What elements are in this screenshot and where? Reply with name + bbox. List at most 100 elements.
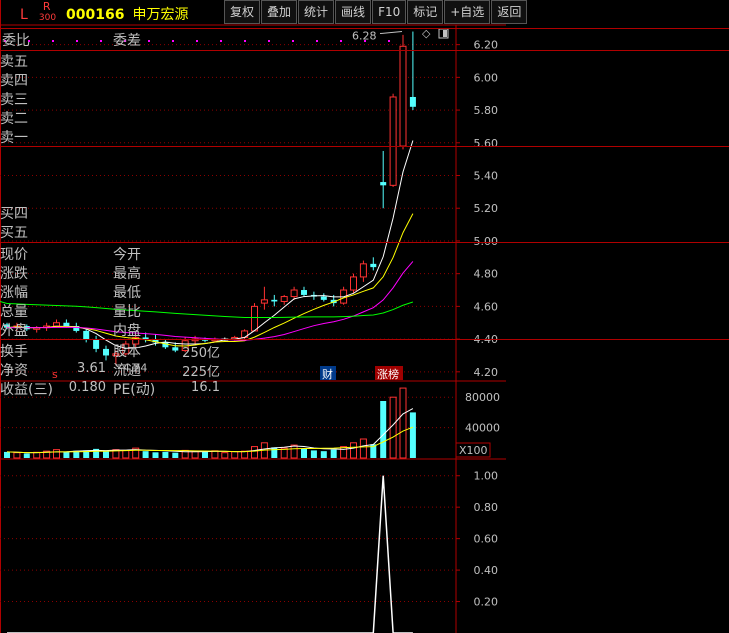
fin-label: 收益(三) bbox=[0, 382, 53, 398]
divider bbox=[0, 146, 729, 147]
volume-bar bbox=[142, 451, 149, 458]
volume-bar bbox=[122, 449, 130, 459]
volume-bar bbox=[340, 446, 348, 459]
signal-dot bbox=[268, 40, 270, 42]
volume-bar bbox=[301, 448, 307, 458]
indicator-tick-label: 0.80 bbox=[474, 501, 499, 514]
price-tick-label: 5.40 bbox=[474, 170, 499, 183]
stat-label: 最高 bbox=[113, 266, 141, 282]
buy-label: 买四 bbox=[0, 206, 28, 222]
fin-label: PE(动) bbox=[113, 382, 156, 398]
stock-name: 申万宏源 bbox=[132, 7, 189, 23]
volume-bar bbox=[202, 451, 208, 458]
window-icon-fill bbox=[443, 30, 447, 37]
marker-zhangbang[interactable]: 涨榜 bbox=[377, 367, 399, 381]
candle bbox=[280, 294, 288, 305]
high-pointer bbox=[379, 31, 403, 35]
weicha-label: 委差 bbox=[113, 33, 141, 49]
fin-label: 股本 bbox=[113, 344, 141, 360]
high-annotation: 6.28 bbox=[352, 30, 377, 43]
indicator-tick-label: 0.60 bbox=[474, 533, 499, 546]
signal-dot bbox=[76, 40, 78, 42]
volume-bar bbox=[241, 450, 249, 459]
candle bbox=[103, 345, 109, 361]
price-tick-label: 5.60 bbox=[474, 137, 499, 150]
volume-bar bbox=[23, 453, 30, 458]
volume-unit-label: X100 bbox=[459, 444, 488, 457]
stat-label: 今开 bbox=[113, 247, 141, 263]
weibi-label: 委比 bbox=[2, 33, 30, 49]
stat-label: 现价 bbox=[0, 247, 28, 263]
signal-dot bbox=[244, 40, 246, 42]
divider bbox=[0, 339, 729, 340]
fin-value: 225亿 bbox=[182, 365, 220, 380]
signal-dot bbox=[340, 40, 342, 42]
volume-bar bbox=[63, 451, 70, 458]
stat-label: 量比 bbox=[113, 304, 141, 320]
candle bbox=[399, 34, 407, 150]
stock-header: L R 300 000166 申万宏源 bbox=[20, 0, 189, 26]
fin-label: 换手 bbox=[0, 344, 28, 360]
r-badge: R 300 bbox=[38, 0, 61, 26]
price-tick-label: 4.60 bbox=[474, 300, 499, 313]
signal-dot bbox=[100, 40, 102, 42]
volume-bar bbox=[33, 451, 41, 459]
sell-label: 卖一 bbox=[0, 130, 28, 146]
volume-tick-label: 40000 bbox=[465, 422, 500, 435]
signal-dot bbox=[220, 40, 222, 42]
candle bbox=[380, 150, 387, 209]
volume-bar bbox=[251, 446, 258, 459]
volume-bar bbox=[53, 449, 60, 459]
volume-tick-label: 80000 bbox=[465, 391, 500, 404]
l-badge: L bbox=[20, 7, 28, 23]
volume-bar bbox=[231, 451, 239, 459]
volume-bar bbox=[290, 444, 298, 459]
price-tick-label: 4.80 bbox=[474, 268, 499, 281]
stat-label: 外盘 bbox=[0, 323, 28, 339]
stat-label: 最低 bbox=[113, 285, 141, 301]
divider bbox=[0, 50, 729, 51]
volume-bar bbox=[409, 412, 416, 458]
signal-dot bbox=[292, 40, 294, 42]
volume-bar bbox=[380, 401, 387, 458]
volume-bar bbox=[13, 452, 21, 459]
ma60-line bbox=[6, 301, 414, 319]
fin-label: 净资 bbox=[0, 363, 28, 379]
signal-dot bbox=[388, 40, 390, 42]
stat-label: 涨幅 bbox=[0, 285, 28, 301]
volume-bar bbox=[310, 450, 317, 458]
volume-bar bbox=[4, 451, 10, 458]
r-badge-sub: 300 bbox=[38, 13, 57, 23]
candle bbox=[301, 286, 307, 297]
volume-bar bbox=[221, 452, 229, 459]
candle bbox=[389, 93, 397, 187]
ma5-line bbox=[6, 140, 414, 349]
price-tick-label: 4.20 bbox=[474, 366, 499, 379]
signal-dot bbox=[196, 40, 198, 42]
kline-chart[interactable]: 6.206.005.805.605.405.205.004.804.604.40… bbox=[0, 0, 506, 633]
divider bbox=[0, 28, 729, 29]
indicator-tick-label: 1.00 bbox=[474, 470, 499, 483]
r-badge-letter: R bbox=[42, 0, 51, 13]
signal-dot bbox=[148, 40, 150, 42]
sell-label: 卖四 bbox=[0, 73, 28, 89]
signal-dot bbox=[52, 40, 54, 42]
candle bbox=[33, 326, 41, 333]
price-tick-label: 6.00 bbox=[474, 71, 499, 84]
marker-cai[interactable]: 财 bbox=[322, 367, 333, 381]
volume-bar bbox=[399, 387, 407, 459]
fin-value: 16.1 bbox=[191, 380, 220, 395]
fin-value: 250亿 bbox=[182, 346, 220, 361]
volume-bar bbox=[320, 451, 327, 458]
indicator-line bbox=[7, 475, 413, 633]
candle bbox=[350, 273, 357, 294]
volume-bar bbox=[162, 451, 169, 458]
volume-bar bbox=[359, 438, 367, 459]
fin-value: 3.61 bbox=[77, 361, 106, 376]
candle bbox=[409, 31, 416, 111]
fin-value: 0.180 bbox=[68, 380, 106, 395]
signal-dot bbox=[172, 40, 174, 42]
sell-label: 卖二 bbox=[0, 111, 28, 127]
price-tick-label: 5.20 bbox=[474, 202, 499, 215]
stat-label: 内盘 bbox=[113, 323, 141, 339]
